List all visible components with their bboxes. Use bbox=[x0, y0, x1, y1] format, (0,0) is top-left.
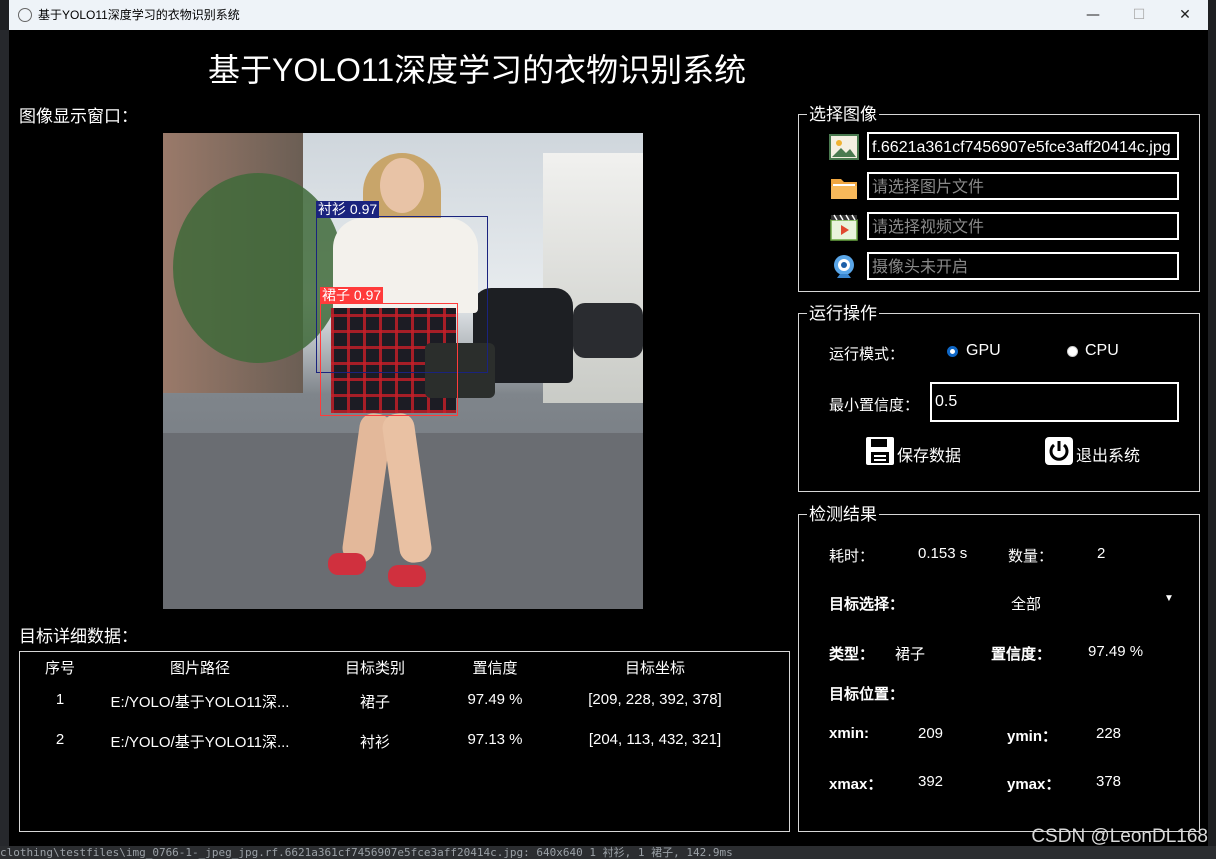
time-label: 耗时： bbox=[829, 548, 875, 565]
image-file-input[interactable]: 请选择图片文件 bbox=[867, 172, 1179, 200]
col-header-index[interactable]: 序号 bbox=[30, 657, 90, 678]
app-icon bbox=[18, 8, 32, 22]
time-value: 0.153 s bbox=[918, 545, 968, 562]
camera-status-field[interactable]: 摄像头未开启 bbox=[867, 252, 1179, 280]
count-value: 2 bbox=[1097, 545, 1106, 562]
select-image-group: 选择图像 f.6621a361cf7456907e5fce3aff20414c.… bbox=[798, 105, 1200, 292]
detection-tag-skirt: 裙子 0.97 bbox=[320, 287, 384, 304]
gpu-radio[interactable] bbox=[947, 346, 958, 357]
image-panel-label: 图像显示窗口： bbox=[19, 107, 138, 126]
run-mode-label: 运行模式： bbox=[829, 346, 905, 363]
detection-tag-shirt: 衬衫 0.97 bbox=[316, 201, 380, 218]
exit-system-button[interactable]: 退出系统 bbox=[1076, 442, 1140, 466]
target-position-label: 目标位置： bbox=[829, 686, 905, 703]
cell-index: 2 bbox=[55, 731, 65, 748]
folder-icon[interactable] bbox=[829, 172, 859, 202]
target-select-value: 全部 bbox=[1011, 596, 1042, 613]
page-title: 基于YOLO11深度学习的衣物识别系统 bbox=[208, 52, 747, 88]
image-icon[interactable] bbox=[829, 132, 859, 162]
detail-table: 序号 图片路径 目标类别 置信度 目标坐标 1 E:/YOLO/基于YOLO11… bbox=[19, 651, 790, 832]
col-header-confidence[interactable]: 置信度 bbox=[445, 657, 545, 678]
count-label: 数量： bbox=[1008, 548, 1054, 565]
xmin-value: 209 bbox=[918, 725, 944, 742]
results-group: 检测结果 耗时： 0.153 s 数量： 2 目标选择： 全部 ▼ 类型： 裙子… bbox=[798, 505, 1200, 832]
cell-class: 裙子 bbox=[359, 694, 390, 711]
save-icon[interactable] bbox=[865, 436, 895, 466]
target-select-dropdown[interactable]: 全部 ▼ bbox=[989, 585, 1179, 617]
video-icon[interactable] bbox=[829, 212, 859, 242]
minimize-button[interactable]: — bbox=[1070, 0, 1116, 30]
xmin-label: xmin: bbox=[829, 725, 870, 742]
select-image-title: 选择图像 bbox=[807, 105, 879, 125]
confidence-value: 97.49 % bbox=[1088, 643, 1144, 660]
image-path-field[interactable]: f.6621a361cf7456907e5fce3aff20414c.jpg bbox=[867, 132, 1179, 160]
cell-class: 衬衫 bbox=[359, 734, 390, 751]
cell-path: E:/YOLO/基于YOLO11深... bbox=[110, 694, 290, 711]
watermark: CSDN @LeonDL168 bbox=[1031, 826, 1208, 847]
chevron-down-icon: ▼ bbox=[1164, 593, 1174, 604]
ide-gutter bbox=[0, 30, 9, 846]
col-header-class[interactable]: 目标类别 bbox=[325, 657, 425, 678]
ymax-value: 378 bbox=[1096, 773, 1122, 790]
app-window: 基于YOLO11深度学习的衣物识别系统 — ☐ ✕ 基于YOLO11深度学习的衣… bbox=[9, 0, 1208, 846]
type-value: 裙子 bbox=[895, 646, 926, 663]
save-data-button[interactable]: 保存数据 bbox=[897, 442, 961, 466]
cpu-radio-label[interactable]: CPU bbox=[1085, 342, 1119, 360]
window-title: 基于YOLO11深度学习的衣物识别系统 bbox=[38, 8, 240, 22]
xmax-label: xmax： bbox=[829, 776, 883, 793]
detection-image: 衬衫 0.97 裙子 0.97 bbox=[163, 133, 643, 609]
confidence-label: 置信度： bbox=[991, 646, 1052, 663]
cell-index: 1 bbox=[55, 691, 65, 708]
cell-coords: [209, 228, 392, 378] bbox=[588, 691, 722, 708]
col-header-coords[interactable]: 目标坐标 bbox=[555, 657, 755, 678]
maximize-button[interactable]: ☐ bbox=[1116, 0, 1162, 30]
ymin-label: ymin： bbox=[1007, 728, 1058, 745]
video-file-input[interactable]: 请选择视频文件 bbox=[867, 212, 1179, 240]
gpu-radio-label[interactable]: GPU bbox=[966, 342, 1001, 360]
xmax-value: 392 bbox=[918, 773, 944, 790]
cpu-radio[interactable] bbox=[1067, 346, 1078, 357]
target-select-label: 目标选择： bbox=[829, 596, 905, 613]
run-ops-group: 运行操作 运行模式： GPU CPU 最小置信度： 0.5 保存数据 退出系统 bbox=[798, 304, 1200, 492]
title-bar: 基于YOLO11深度学习的衣物识别系统 — ☐ ✕ bbox=[9, 0, 1208, 30]
type-label: 类型： bbox=[829, 646, 875, 663]
results-title: 检测结果 bbox=[807, 505, 879, 525]
cell-coords: [204, 113, 432, 321] bbox=[588, 731, 722, 748]
min-conf-input[interactable]: 0.5 bbox=[930, 382, 1179, 422]
ymax-label: ymax： bbox=[1007, 776, 1061, 793]
cell-confidence: 97.13 % bbox=[467, 731, 523, 748]
table-label: 目标详细数据： bbox=[19, 627, 138, 646]
close-button[interactable]: ✕ bbox=[1162, 0, 1208, 30]
detection-box-skirt bbox=[320, 303, 458, 416]
camera-icon[interactable] bbox=[829, 252, 859, 282]
cell-path: E:/YOLO/基于YOLO11深... bbox=[110, 734, 290, 751]
run-ops-title: 运行操作 bbox=[807, 304, 879, 324]
col-header-path[interactable]: 图片路径 bbox=[100, 657, 300, 678]
cell-confidence: 97.49 % bbox=[467, 691, 523, 708]
ymin-value: 228 bbox=[1096, 725, 1122, 742]
power-icon[interactable] bbox=[1044, 436, 1074, 466]
min-conf-label: 最小置信度： bbox=[829, 397, 920, 414]
